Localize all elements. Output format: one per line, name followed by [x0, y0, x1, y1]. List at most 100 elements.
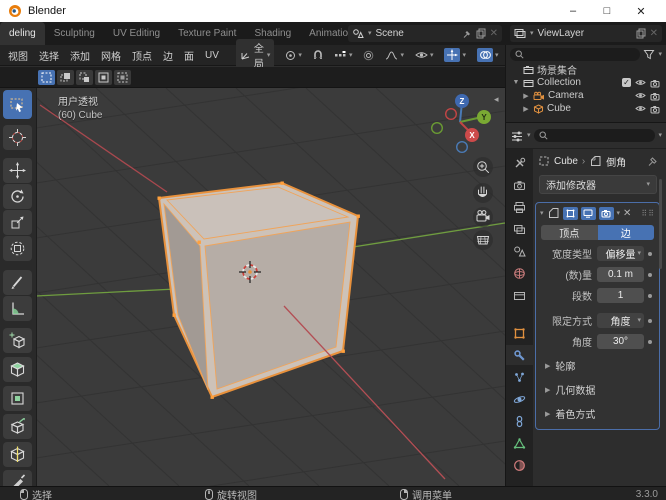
- close-button-icon[interactable]: ✕: [624, 0, 658, 22]
- tool-knife[interactable]: [3, 470, 32, 486]
- sidebar-collapse-arrow-icon[interactable]: ◂: [494, 94, 499, 105]
- show-gizmo-dropdown[interactable]: ▾: [415, 50, 433, 60]
- tool-bevel[interactable]: [3, 414, 32, 439]
- tool-measure[interactable]: [3, 296, 32, 321]
- menu-mesh[interactable]: 网格: [101, 48, 121, 63]
- hide-eye-icon[interactable]: [635, 78, 646, 87]
- select-mode-invert-button[interactable]: [95, 69, 112, 85]
- select-mode-intersect-button[interactable]: [114, 69, 131, 85]
- tab-render[interactable]: [506, 175, 533, 195]
- tab-view-layer[interactable]: [506, 219, 533, 239]
- modifier-extras-icon[interactable]: ▾: [617, 210, 621, 217]
- workspace-tab-modeling[interactable]: deling: [0, 22, 45, 45]
- pin-id-icon[interactable]: [647, 156, 658, 167]
- editor-type-button[interactable]: [510, 130, 524, 142]
- tab-output[interactable]: [506, 197, 533, 217]
- tab-world[interactable]: [506, 263, 533, 283]
- tool-extrude-region[interactable]: [3, 357, 32, 382]
- outliner-row-cube[interactable]: ▶ Cube: [506, 102, 666, 115]
- gizmos-toggle[interactable]: ▾: [444, 48, 466, 62]
- section-geometry[interactable]: ▶ 几何数据: [545, 382, 659, 397]
- tool-add-cube[interactable]: [3, 328, 32, 353]
- snap-toggle[interactable]: [313, 49, 323, 61]
- affect-edges-button[interactable]: 边: [597, 225, 654, 240]
- pivot-point-dropdown[interactable]: ▾: [285, 50, 302, 61]
- select-mode-extend-button[interactable]: [57, 69, 74, 85]
- maximize-button-icon[interactable]: □: [590, 0, 624, 22]
- disable-render-camera-icon[interactable]: [650, 91, 661, 101]
- filter-options-icon[interactable]: ▾: [658, 132, 662, 139]
- menu-select[interactable]: 选择: [39, 48, 59, 63]
- tool-move[interactable]: [3, 158, 32, 183]
- angle-field[interactable]: 30°: [597, 334, 644, 349]
- add-modifier-button[interactable]: 添加修改器 ▾: [539, 175, 657, 194]
- tab-object-data[interactable]: [506, 433, 533, 453]
- tab-collection[interactable]: [506, 285, 533, 305]
- properties-search-input[interactable]: [533, 129, 656, 142]
- tool-loop-cut[interactable]: [3, 442, 32, 467]
- disable-render-camera-icon[interactable]: [650, 78, 661, 88]
- toggle-realtime-display[interactable]: [580, 206, 596, 220]
- tool-select-box[interactable]: [3, 90, 32, 119]
- axis-neg-z-ball[interactable]: [456, 141, 469, 154]
- breadcrumb-object[interactable]: Cube: [554, 156, 578, 167]
- zoom-button[interactable]: [473, 157, 493, 177]
- axis-neg-x-ball[interactable]: [445, 108, 458, 121]
- tool-transform[interactable]: [3, 236, 32, 261]
- workspace-tab-texture-paint[interactable]: Texture Paint: [169, 22, 245, 45]
- affect-vertices-button[interactable]: 顶点: [541, 225, 598, 240]
- animate-dot[interactable]: [644, 293, 656, 298]
- remove-view-layer-icon[interactable]: ✕: [650, 28, 658, 39]
- section-shading[interactable]: ▶ 着色方式: [545, 406, 659, 421]
- outliner-row-collection[interactable]: ▼ Collection ✓: [506, 76, 666, 89]
- pan-hand-button[interactable]: [473, 183, 493, 203]
- disable-render-camera-icon[interactable]: [650, 104, 661, 114]
- tab-constraints[interactable]: [506, 411, 533, 431]
- tab-physics[interactable]: [506, 389, 533, 409]
- tab-tool[interactable]: [506, 153, 533, 173]
- drag-handle-icon[interactable]: ⠿⠿: [641, 209, 655, 218]
- toggle-editmode-display[interactable]: [562, 206, 578, 220]
- tab-particles[interactable]: [506, 367, 533, 387]
- collapse-triangle-icon[interactable]: ▶: [522, 105, 530, 113]
- axis-neg-y-ball[interactable]: [431, 122, 444, 135]
- collapse-triangle-icon[interactable]: ▶: [522, 92, 530, 100]
- select-mode-new-button[interactable]: [38, 69, 55, 85]
- menu-uv[interactable]: UV: [205, 50, 219, 61]
- snap-target-dropdown[interactable]: ▾: [334, 50, 352, 61]
- tool-annotate[interactable]: [3, 270, 32, 295]
- outliner-search-input[interactable]: [510, 48, 641, 61]
- menu-vertex[interactable]: 顶点: [132, 48, 152, 63]
- tool-inset-faces[interactable]: [3, 386, 32, 411]
- tab-scene[interactable]: [506, 241, 533, 261]
- workspace-tab-sculpting[interactable]: Sculpting: [45, 22, 104, 45]
- expand-triangle-icon[interactable]: ▼: [512, 79, 520, 86]
- filter-icon[interactable]: [643, 49, 655, 60]
- animate-dot[interactable]: [644, 251, 656, 256]
- animate-dot[interactable]: [644, 272, 656, 277]
- limit-method-dropdown[interactable]: 角度 ▾: [597, 313, 644, 328]
- pin-icon[interactable]: [462, 29, 472, 39]
- hide-eye-icon[interactable]: [635, 104, 646, 113]
- section-profile[interactable]: ▶ 轮廓: [545, 358, 659, 373]
- tab-material[interactable]: [506, 455, 533, 475]
- menu-view[interactable]: 视图: [8, 48, 28, 63]
- remove-modifier-icon[interactable]: ✕: [623, 208, 631, 219]
- outliner-row-camera[interactable]: ▶ Camera: [506, 89, 666, 102]
- viewport-3d[interactable]: Z Y X 用户透视 (60) Cube ◂: [0, 88, 505, 486]
- view-layer-selector[interactable]: ▾ ViewLayer ✕: [510, 25, 662, 42]
- perspective-ortho-button[interactable]: [473, 230, 493, 250]
- width-type-dropdown[interactable]: 偏移量 ▾: [597, 246, 644, 261]
- camera-view-button[interactable]: [473, 207, 493, 227]
- hide-eye-icon[interactable]: [635, 91, 646, 100]
- falloff-dropdown[interactable]: ▾: [385, 50, 404, 61]
- viewport-canvas[interactable]: Z Y X: [36, 88, 505, 486]
- proportional-editing-toggle[interactable]: [363, 50, 374, 61]
- animate-dot[interactable]: [644, 318, 656, 323]
- toggle-render-display[interactable]: [598, 206, 614, 220]
- overlays-toggle[interactable]: ▾: [477, 48, 499, 62]
- outliner-row-scene-collection[interactable]: 场景集合: [506, 63, 666, 77]
- scene-selector[interactable]: ▾ Scene ✕: [348, 25, 502, 42]
- properties-scrollbar[interactable]: [659, 179, 662, 269]
- select-mode-subtract-button[interactable]: [76, 69, 93, 85]
